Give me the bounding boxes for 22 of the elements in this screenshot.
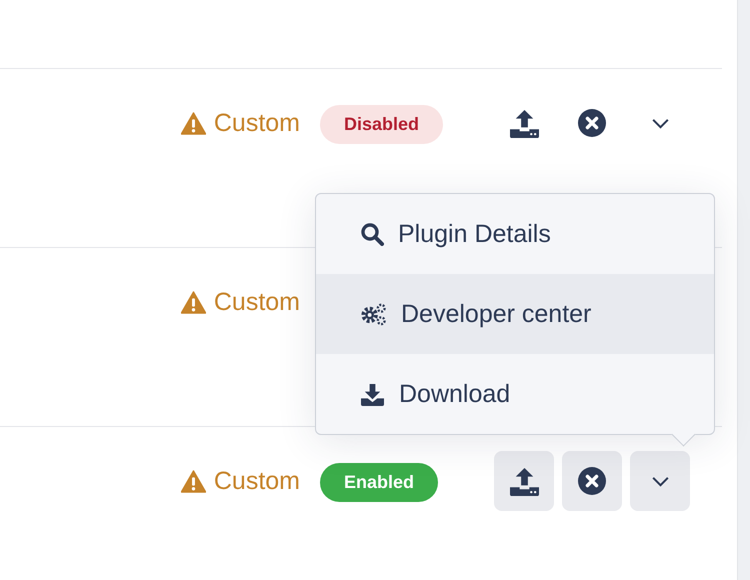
upload-icon — [508, 108, 540, 138]
upload-button[interactable] — [494, 451, 554, 511]
download-icon — [360, 382, 385, 406]
status-badge: Enabled — [320, 463, 438, 502]
close-icon — [578, 467, 606, 495]
menu-item[interactable]: Download — [316, 354, 714, 434]
menu-item[interactable]: Plugin Details — [316, 194, 714, 274]
menu-item[interactable]: Developer center — [316, 274, 714, 354]
status-label: Custom — [180, 288, 300, 317]
warning-icon — [180, 470, 206, 493]
status-label: Custom — [180, 109, 300, 138]
search-icon — [360, 222, 384, 246]
warning-icon — [180, 291, 206, 314]
chevron-down-icon — [650, 476, 670, 486]
warning-icon — [180, 112, 206, 135]
gears-icon — [360, 302, 387, 326]
upload-icon — [508, 466, 540, 496]
status-label: Custom — [180, 467, 300, 496]
chevron-down-icon — [650, 118, 670, 128]
remove-button[interactable] — [562, 451, 622, 511]
status-badge: Disabled — [320, 105, 444, 144]
close-icon — [578, 109, 606, 137]
